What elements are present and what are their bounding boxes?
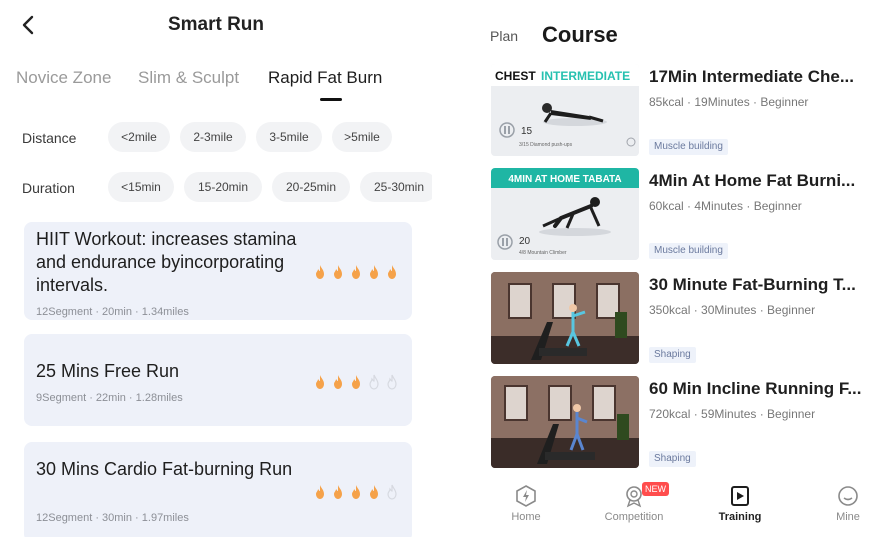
tab-novice-zone[interactable]: Novice Zone	[16, 68, 111, 88]
duration-chip[interactable]: 15-20min	[184, 172, 262, 202]
workout-card[interactable]: HIIT Workout: increases stamina and endu…	[24, 222, 412, 320]
nav-competition[interactable]: NEW Competition	[594, 478, 674, 523]
course-meta: 720kcal · 59Minutes · Beginner	[649, 407, 816, 421]
thumb-counter: 20	[519, 236, 531, 247]
duration-chip[interactable]: <15min	[108, 172, 174, 202]
thumb-caption: 3/15 Diamond push-ups	[519, 142, 573, 148]
nav-mine[interactable]: Mine	[808, 478, 881, 523]
flame-filled-icon	[388, 265, 396, 279]
nav-label: Mine	[836, 511, 860, 523]
page-title: Smart Run	[167, 14, 265, 35]
tab-slim-sculpt[interactable]: Slim & Sculpt	[138, 68, 239, 88]
course-tag: Muscle building	[649, 243, 728, 259]
course-item[interactable]: 60 Min Incline Running F... 720kcal · 59…	[491, 376, 881, 472]
workout-title: HIIT Workout: increases stamina and endu…	[36, 229, 297, 295]
workout-card[interactable]: 30 Mins Cardio Fat-burning Run 12Segment…	[24, 442, 412, 537]
course-meta: 350kcal · 30Minutes · Beginner	[649, 303, 816, 317]
flame-empty-icon	[369, 374, 379, 390]
distance-chip[interactable]: >5mile	[332, 122, 392, 152]
thumb-banner: 4MIN AT HOME TABATA	[508, 174, 621, 185]
course-title: 17Min Intermediate Che...	[649, 67, 854, 86]
distance-label: Distance	[22, 130, 77, 146]
distance-chip[interactable]: 3-5mile	[256, 122, 322, 152]
home-bolt-icon	[516, 485, 536, 507]
course-screen: Plan Course CHEST INTERMEDIATE 15 3/15 D…	[478, 0, 881, 537]
course-item[interactable]: 4MIN AT HOME TABATA 20 4/8 Mountain Clim…	[491, 168, 881, 264]
tab-rapid-fat-burn[interactable]: Rapid Fat Burn	[268, 68, 382, 88]
course-thumbnail: CHEST INTERMEDIATE 15 3/15 Diamond push-…	[491, 64, 639, 156]
bottom-nav: Home NEW Competition Training Mine	[478, 478, 881, 537]
course-item[interactable]: CHEST INTERMEDIATE 15 3/15 Diamond push-…	[491, 64, 881, 160]
nav-home[interactable]: Home	[486, 478, 566, 523]
workout-title: 30 Mins Cardio Fat-burning Run	[36, 459, 293, 479]
flame-empty-icon	[387, 374, 397, 390]
course-thumbnail	[491, 272, 639, 364]
thumb-counter: 15	[521, 126, 533, 137]
category-tabs: Novice Zone Slim & Sculpt Rapid Fat Burn	[0, 68, 432, 108]
flame-filled-icon	[316, 265, 324, 279]
duration-chip[interactable]: 25-30min	[360, 172, 432, 202]
course-tag: Muscle building	[649, 139, 728, 155]
active-tab-indicator	[320, 98, 342, 101]
workout-card[interactable]: 25 Mins Free Run 9Segment · 22min · 1.28…	[24, 334, 412, 426]
course-thumbnail: 4MIN AT HOME TABATA 20 4/8 Mountain Clim…	[491, 168, 639, 260]
flame-filled-icon	[352, 485, 360, 499]
course-tab[interactable]: Course	[542, 22, 618, 48]
workout-meta: 12Segment · 20min · 1.34miles	[36, 306, 189, 318]
workout-meta: 12Segment · 30min · 1.97miles	[36, 512, 189, 524]
course-meta: 85kcal · 19Minutes · Beginner	[649, 95, 809, 109]
flame-filled-icon	[370, 265, 378, 279]
new-badge: NEW	[642, 482, 669, 496]
nav-label: Competition	[604, 511, 664, 523]
flame-filled-icon	[352, 375, 360, 389]
thumb-caption: 4/8 Mountain Climber	[519, 250, 567, 256]
workout-meta: 9Segment · 22min · 1.28miles	[36, 392, 183, 404]
nav-label: Home	[511, 511, 541, 523]
course-meta: 60kcal · 4Minutes · Beginner	[649, 199, 802, 213]
duration-chip[interactable]: 20-25min	[272, 172, 350, 202]
flame-filled-icon	[352, 265, 360, 279]
flame-filled-icon	[334, 375, 342, 389]
smart-run-screen: Smart Run Novice Zone Slim & Sculpt Rapi…	[0, 0, 432, 537]
nav-label: Training	[718, 511, 762, 523]
duration-filter: Duration <15min 15-20min 20-25min 25-30m…	[0, 172, 432, 206]
workout-title: 25 Mins Free Run	[36, 361, 180, 381]
intensity-rating	[312, 374, 400, 390]
course-thumbnail	[491, 376, 639, 468]
thumb-banner: CHEST	[495, 69, 536, 83]
thumb-banner: INTERMEDIATE	[541, 69, 630, 83]
flame-filled-icon	[370, 485, 378, 499]
distance-chip[interactable]: 2-3mile	[180, 122, 246, 152]
intensity-rating	[312, 484, 400, 500]
course-item[interactable]: 30 Minute Fat-Burning T... 350kcal · 30M…	[491, 272, 881, 368]
flame-empty-icon	[387, 484, 397, 500]
course-title: 30 Minute Fat-Burning T...	[649, 275, 856, 294]
plan-tab[interactable]: Plan	[490, 28, 518, 44]
course-title: 60 Min Incline Running F...	[649, 379, 862, 398]
profile-icon	[838, 486, 858, 506]
training-icon	[731, 486, 749, 506]
flame-filled-icon	[316, 485, 324, 499]
flame-filled-icon	[334, 485, 342, 499]
nav-training[interactable]: Training	[700, 478, 780, 523]
course-title: 4Min At Home Fat Burni...	[649, 171, 856, 190]
duration-label: Duration	[22, 180, 75, 196]
distance-filter: Distance <2mile 2-3mile 3-5mile >5mile	[0, 122, 432, 156]
intensity-rating	[312, 264, 400, 280]
distance-chip[interactable]: <2mile	[108, 122, 170, 152]
flame-filled-icon	[334, 265, 342, 279]
course-tag: Shaping	[649, 451, 696, 467]
flame-filled-icon	[316, 375, 324, 389]
course-tag: Shaping	[649, 347, 696, 363]
